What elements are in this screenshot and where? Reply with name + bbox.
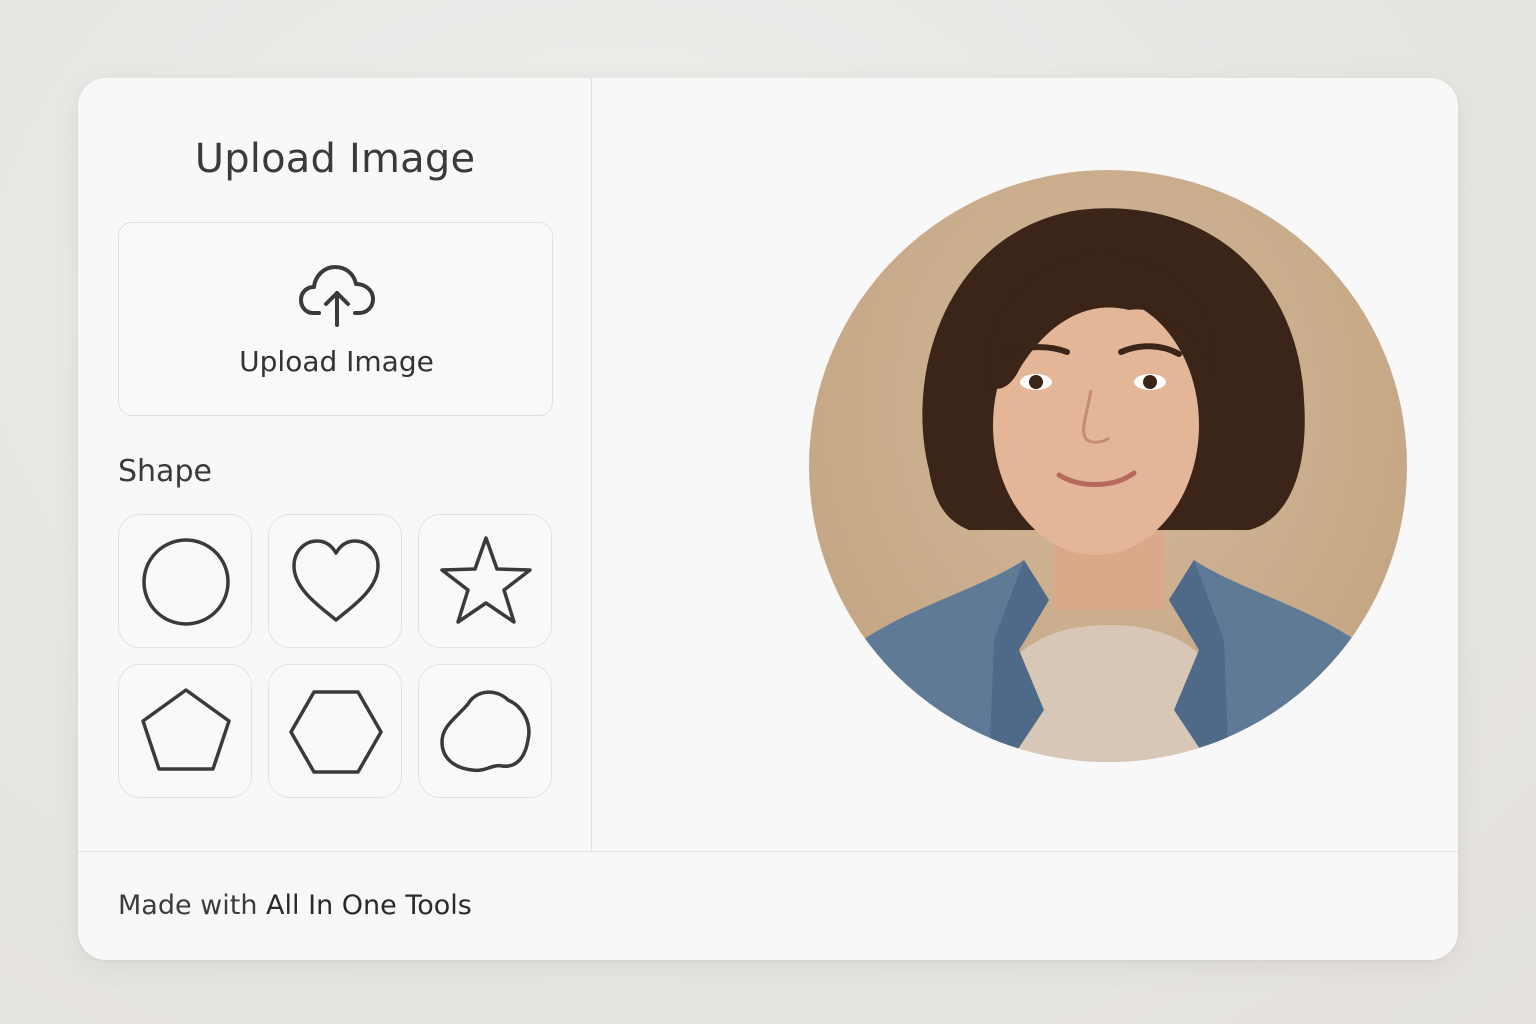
cloud-upload-icon <box>299 265 375 327</box>
blob-icon <box>440 690 531 773</box>
portrait-preview-image <box>809 170 1407 762</box>
control-panel: Upload Image Upload Image Shape <box>78 78 592 851</box>
upload-label: Upload Image <box>239 345 434 378</box>
shape-section-label: Shape <box>118 454 212 489</box>
shape-blob-button[interactable] <box>418 664 552 798</box>
footer: Made with All In One Tools <box>78 851 1458 960</box>
preview-panel <box>593 78 1458 851</box>
footer-credit: Made with All In One Tools <box>118 890 472 921</box>
shape-pentagon-button[interactable] <box>118 664 252 798</box>
circle-icon <box>142 538 230 626</box>
shape-star-button[interactable] <box>418 514 552 648</box>
shape-circle-button[interactable] <box>118 514 252 648</box>
panel-title: Upload Image <box>194 136 476 182</box>
footer-prefix: Made with <box>118 890 267 921</box>
portrait-illustration <box>830 208 1388 762</box>
shape-heart-button[interactable] <box>268 514 402 648</box>
star-icon <box>440 536 532 624</box>
footer-brand-link[interactable]: All In One Tools <box>266 890 472 921</box>
shape-hexagon-button[interactable] <box>268 664 402 798</box>
hexagon-icon <box>289 690 383 774</box>
upload-image-button[interactable]: Upload Image <box>118 222 553 416</box>
heart-icon <box>292 539 380 622</box>
app-card: Upload Image Upload Image Shape Made wit… <box>78 78 1458 960</box>
pentagon-icon <box>141 688 231 771</box>
